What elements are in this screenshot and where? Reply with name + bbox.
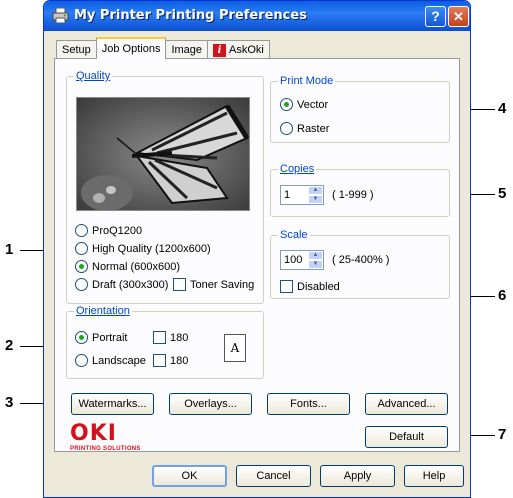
- quality-draft-radio[interactable]: Draft (300x300): [75, 278, 168, 291]
- info-icon: i: [213, 43, 227, 57]
- orientation-landscape-radio[interactable]: Landscape: [75, 354, 146, 367]
- cancel-button[interactable]: Cancel: [236, 465, 311, 487]
- scale-stepper[interactable]: 100 ▲ ▼: [280, 250, 324, 270]
- callout-5: 5: [498, 185, 507, 202]
- scale-disabled-checkbox[interactable]: Disabled: [280, 280, 340, 293]
- spin-up-icon[interactable]: ▲: [308, 186, 323, 195]
- fonts-button[interactable]: Fonts...: [267, 393, 350, 415]
- oki-logo-tagline: PRINTING SOLUTIONS: [70, 446, 141, 452]
- tab-strip: Setup Job Options Image i AskOki: [56, 37, 270, 59]
- watermarks-button[interactable]: Watermarks...: [71, 393, 154, 415]
- callout-2: 2: [5, 337, 14, 354]
- tab-askoki[interactable]: i AskOki: [207, 40, 270, 59]
- help-title-button[interactable]: ?: [425, 6, 446, 27]
- callout-7: 7: [498, 426, 507, 443]
- toner-saving-label: Toner Saving: [190, 278, 255, 291]
- radio-button: [280, 122, 293, 135]
- butterfly-preview-image: [76, 97, 250, 211]
- radio-button-selected: [75, 260, 88, 273]
- checkbox: [153, 331, 166, 344]
- rotate-180-label: 180: [170, 331, 189, 344]
- advanced-button[interactable]: Advanced...: [365, 393, 448, 415]
- oki-logo-mark: OKI: [70, 421, 117, 446]
- title-bar[interactable]: My Printer Printing Preferences ? ✕: [44, 1, 470, 31]
- radio-button-selected: [280, 98, 293, 111]
- checkbox: [280, 280, 293, 293]
- rotate-180-label: 180: [170, 354, 189, 367]
- scale-disabled-label: Disabled: [297, 280, 340, 293]
- portrait-rotate-180-checkbox[interactable]: 180: [153, 331, 188, 344]
- spin-down-icon[interactable]: ▼: [308, 195, 323, 204]
- copies-spin-buttons[interactable]: ▲ ▼: [308, 186, 323, 204]
- quality-proq1200-label: ProQ1200: [92, 224, 143, 237]
- overlays-button[interactable]: Overlays...: [169, 393, 252, 415]
- print-mode-vector-radio[interactable]: Vector: [280, 98, 328, 111]
- quality-proq1200-radio[interactable]: ProQ1200: [75, 224, 142, 237]
- orientation-portrait-radio[interactable]: Portrait: [75, 331, 127, 344]
- default-button[interactable]: Default: [365, 426, 448, 448]
- portrait-label: Portrait: [92, 331, 128, 344]
- quality-group-title: Quality: [74, 70, 113, 82]
- landscape-rotate-180-checkbox[interactable]: 180: [153, 354, 188, 367]
- radio-button: [75, 354, 88, 367]
- job-options-panel: Quality ProQ1200 High Quality (1200x600)…: [54, 58, 460, 452]
- page-portrait-icon: A: [224, 334, 246, 362]
- raster-label: Raster: [297, 122, 330, 135]
- radio-button: [75, 242, 88, 255]
- spin-up-icon[interactable]: ▲: [308, 251, 323, 260]
- quality-high-label: High Quality (1200x600): [92, 242, 211, 255]
- copies-range: ( 1-999 ): [332, 189, 374, 201]
- radio-button: [75, 224, 88, 237]
- scale-spin-buttons[interactable]: ▲ ▼: [308, 251, 323, 269]
- quality-normal-radio[interactable]: Normal (600x600): [75, 260, 180, 273]
- orientation-group-title: Orientation: [74, 305, 132, 317]
- printer-icon: [52, 8, 69, 23]
- close-button[interactable]: ✕: [448, 6, 469, 27]
- butterfly-preview-graphic: [77, 98, 249, 210]
- printing-preferences-window: My Printer Printing Preferences ? ✕ Setu…: [43, 0, 471, 498]
- help-button[interactable]: Help: [404, 465, 464, 487]
- quality-draft-label: Draft (300x300): [92, 278, 169, 291]
- tab-setup-label: Setup: [62, 44, 91, 56]
- quality-normal-label: Normal (600x600): [92, 260, 181, 273]
- tab-askoki-label: AskOki: [229, 44, 264, 56]
- print-mode-raster-radio[interactable]: Raster: [280, 122, 329, 135]
- apply-button[interactable]: Apply: [320, 465, 395, 487]
- ok-button[interactable]: OK: [152, 465, 227, 487]
- checkbox: [153, 354, 166, 367]
- scale-group-title: Scale: [278, 229, 310, 241]
- spin-down-icon[interactable]: ▼: [308, 260, 323, 269]
- tab-job-options[interactable]: Job Options: [95, 37, 167, 59]
- landscape-label: Landscape: [92, 354, 146, 367]
- copies-value: 1: [284, 189, 291, 201]
- callout-4: 4: [498, 100, 507, 117]
- vector-label: Vector: [297, 98, 329, 111]
- callout-3: 3: [5, 394, 14, 411]
- window-title: My Printer Printing Preferences: [74, 8, 307, 23]
- toner-saving-checkbox[interactable]: Toner Saving: [173, 278, 254, 291]
- callout-6: 6: [498, 287, 507, 304]
- checkbox: [173, 278, 186, 291]
- tab-image[interactable]: Image: [165, 40, 209, 59]
- tab-image-label: Image: [171, 44, 203, 56]
- tab-setup[interactable]: Setup: [56, 40, 97, 59]
- tab-job-options-label: Job Options: [101, 43, 161, 55]
- copies-stepper[interactable]: 1 ▲ ▼: [280, 185, 324, 205]
- scale-value: 100: [284, 254, 303, 266]
- scale-range: ( 25-400% ): [332, 254, 390, 266]
- oki-logo: OKI PRINTING SOLUTIONS: [70, 421, 141, 453]
- quality-high-radio[interactable]: High Quality (1200x600): [75, 242, 211, 255]
- callout-1: 1: [5, 241, 14, 258]
- radio-button-selected: [75, 331, 88, 344]
- radio-button: [75, 278, 88, 291]
- copies-group-title: Copies: [278, 163, 317, 175]
- print-mode-group-title: Print Mode: [278, 75, 336, 87]
